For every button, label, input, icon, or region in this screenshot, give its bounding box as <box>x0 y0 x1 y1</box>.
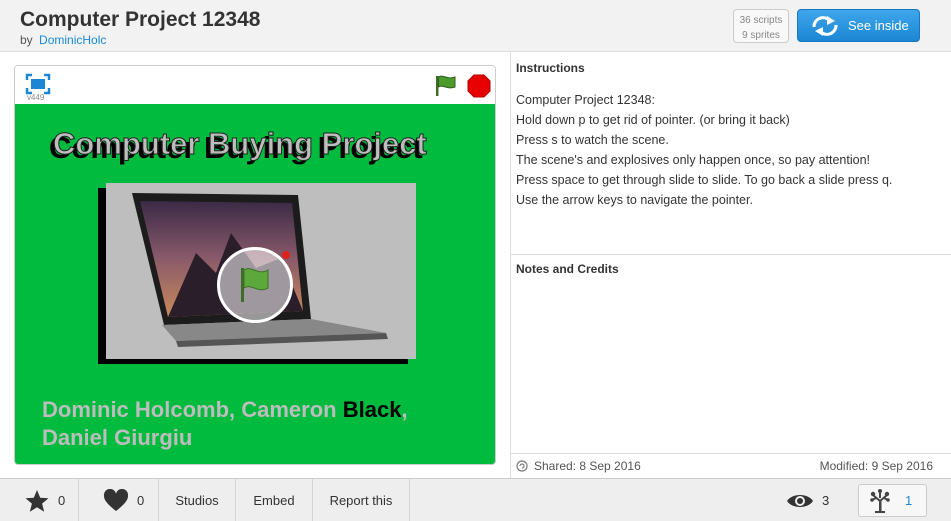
section-divider <box>511 453 951 454</box>
instruction-line: Press s to watch the scene. <box>516 133 669 147</box>
see-inside-arrows-icon <box>812 15 838 36</box>
love-button[interactable]: 0 <box>79 479 159 521</box>
instruction-line: Press space to get through slide to slid… <box>516 173 893 187</box>
project-title: Computer Project 12348 <box>20 8 261 31</box>
stage-credits: Dominic Holcomb, Cameron Black, Daniel G… <box>42 396 408 452</box>
shared-date: Shared: 8 Sep 2016 <box>516 459 641 473</box>
shared-label: Shared: 8 Sep 2016 <box>534 459 641 473</box>
instruction-line: Hold down p to get rid of pointer. (or b… <box>516 113 790 127</box>
instructions-text: Computer Project 12348: Hold down p to g… <box>516 90 941 210</box>
remix-count: 1 <box>905 493 913 508</box>
instruction-line: Computer Project 12348: <box>516 93 655 107</box>
sprites-count: 9 sprites <box>742 30 780 41</box>
embed-button[interactable]: Embed <box>236 479 313 521</box>
project-stats: 36 scripts 9 sprites <box>733 9 789 43</box>
panel-divider <box>510 52 511 478</box>
favorite-button[interactable]: 0 <box>0 479 79 521</box>
author-link[interactable]: DominicHolc <box>39 33 106 47</box>
favorite-count: 0 <box>58 493 66 508</box>
instructions-heading: Instructions <box>516 61 585 75</box>
instruction-line: The scene's and explosives only happen o… <box>516 153 871 167</box>
play-overlay-button[interactable] <box>217 247 293 323</box>
version-label: v449 <box>27 93 45 102</box>
action-bar: 0 0 Studios Embed Report this 3 1 <box>0 478 951 521</box>
love-count: 0 <box>137 493 145 508</box>
by-label: by <box>20 33 33 47</box>
player-controls: v449 <box>15 66 495 104</box>
credits-line2: Daniel Giurgiu <box>42 425 193 450</box>
views-number: 3 <box>822 493 830 508</box>
eye-icon <box>787 494 813 507</box>
byline: by DominicHolc <box>20 33 106 47</box>
project-stage[interactable]: Computer Buying Project Dominic Holcomb,… <box>15 104 495 464</box>
see-inside-button[interactable]: See inside <box>797 9 920 42</box>
star-icon <box>25 489 49 512</box>
modified-date: Modified: 9 Sep 2016 <box>819 459 933 473</box>
project-header: Computer Project 12348 by DominicHolc 36… <box>0 0 951 52</box>
fullscreen-icon[interactable] <box>25 73 51 95</box>
see-inside-label: See inside <box>848 18 909 33</box>
credits-names: Dominic Holcomb, Cameron <box>42 397 343 422</box>
heart-icon <box>103 489 129 511</box>
report-button[interactable]: Report this <box>313 479 410 521</box>
stop-sign-icon[interactable] <box>467 74 491 98</box>
scripts-count: 36 scripts <box>739 15 783 26</box>
green-flag-icon <box>241 268 269 302</box>
view-count: 3 <box>786 479 829 521</box>
stage-title: Computer Buying Project <box>53 126 428 162</box>
remix-tree-icon <box>870 488 890 513</box>
studios-button[interactable]: Studios <box>159 479 236 521</box>
remix-tree-button[interactable]: 1 <box>858 484 927 517</box>
notes-heading: Notes and Credits <box>516 262 619 276</box>
credits-comma: , <box>401 397 408 422</box>
green-flag-icon[interactable] <box>433 74 459 98</box>
instruction-line: Use the arrow keys to navigate the point… <box>516 193 753 207</box>
share-icon <box>516 460 528 472</box>
credits-black-word: Black <box>342 397 402 422</box>
section-divider <box>511 254 951 255</box>
project-player: v449 Computer Buying Project Dominic Hol… <box>14 65 496 465</box>
